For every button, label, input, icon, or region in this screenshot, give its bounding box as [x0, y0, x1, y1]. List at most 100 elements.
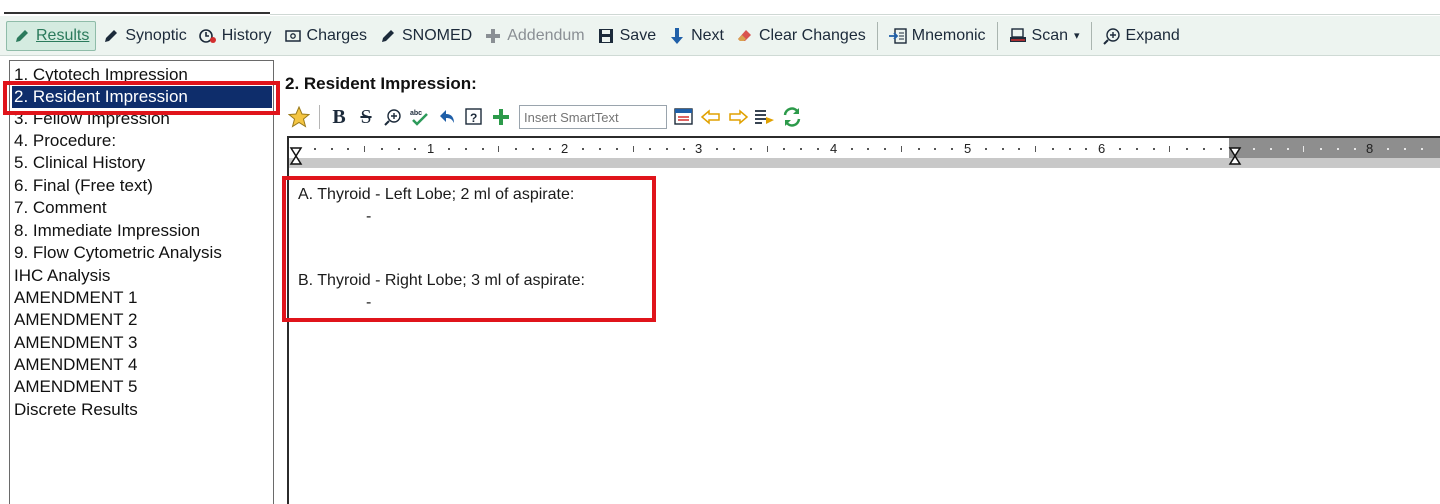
list-item[interactable]: 7. Comment — [14, 197, 107, 219]
snomed-button[interactable]: SNOMED — [373, 21, 478, 51]
mnemonic-button[interactable]: Mnemonic — [883, 21, 992, 51]
expand-button[interactable]: Expand — [1097, 21, 1186, 51]
ruler-mark — [817, 148, 819, 150]
list-item[interactable]: AMENDMENT 1 — [14, 287, 137, 309]
highlight-box — [282, 176, 656, 322]
ruler-mark — [1421, 148, 1423, 150]
ruler-mark — [1169, 146, 1170, 152]
ruler-mark — [1153, 148, 1155, 150]
tab-divider — [270, 14, 1440, 15]
ruler-mark — [951, 148, 953, 150]
history-icon — [198, 27, 217, 45]
smarttext-input[interactable] — [519, 105, 667, 129]
spellcheck-icon[interactable]: abc — [407, 104, 433, 130]
ruler-mark — [1270, 148, 1272, 150]
pencil-icon — [379, 27, 397, 45]
pencil-icon — [102, 27, 120, 45]
ruler-mark — [414, 148, 416, 150]
ruler-mark — [515, 148, 517, 150]
ruler-number: 4 — [830, 141, 838, 156]
ruler-mark — [1069, 148, 1071, 150]
strikethrough-button[interactable]: S — [353, 104, 379, 130]
ruler-mark — [783, 148, 785, 150]
ruler-mark — [1002, 148, 1004, 150]
ruler-mark — [934, 148, 936, 150]
insert-list-icon[interactable] — [752, 104, 778, 130]
add-icon[interactable] — [488, 104, 514, 130]
refresh-icon[interactable] — [779, 104, 805, 130]
list-item[interactable]: 5. Clinical History — [14, 152, 145, 174]
addendum-button[interactable]: Addendum — [478, 21, 590, 51]
main-toolbar: Results Synoptic History Charges SNOMED … — [0, 16, 1440, 56]
ruler-mark — [532, 148, 534, 150]
ruler-mark — [1220, 148, 1222, 150]
ruler-mark — [616, 148, 618, 150]
bold-button[interactable]: B — [326, 104, 352, 130]
right-indent-marker[interactable] — [1228, 138, 1242, 168]
help-icon[interactable]: ? — [461, 104, 487, 130]
previous-arrow-icon[interactable] — [698, 104, 724, 130]
svg-text:abc: abc — [410, 110, 422, 117]
svg-text:?: ? — [470, 111, 477, 125]
undo-icon[interactable] — [434, 104, 460, 130]
ruler-mark — [683, 148, 685, 150]
pencil-icon — [13, 27, 31, 45]
toolbar-separator — [996, 21, 998, 50]
section-list: 1. Cytotech Impression 2. Resident Impre… — [9, 60, 274, 504]
ruler-mark — [398, 148, 400, 150]
list-item[interactable]: 6. Final (Free text) — [14, 175, 153, 197]
ruler-track — [289, 158, 1440, 167]
ruler-mark — [582, 148, 584, 150]
ruler-mark — [448, 148, 450, 150]
ruler-mark — [985, 148, 987, 150]
smarttext-list-icon[interactable] — [671, 104, 697, 130]
list-item[interactable]: AMENDMENT 3 — [14, 332, 137, 354]
ruler-mark — [1085, 148, 1087, 150]
list-item[interactable]: 9. Flow Cytometric Analysis — [14, 242, 222, 264]
charges-icon — [284, 27, 302, 45]
ruler-mark — [716, 148, 718, 150]
results-button[interactable]: Results — [6, 20, 97, 51]
highlight-box — [3, 81, 280, 115]
list-item[interactable]: AMENDMENT 4 — [14, 354, 137, 376]
ruler-mark — [733, 148, 735, 150]
scan-button[interactable]: Scan ▾ — [1003, 21, 1086, 51]
ruler-mark — [1253, 148, 1255, 150]
zoom-in-icon[interactable] — [380, 104, 406, 130]
next-arrow-icon[interactable] — [725, 104, 751, 130]
ruler-mark — [314, 148, 316, 150]
chevron-down-icon[interactable]: ▾ — [1074, 29, 1080, 42]
list-item[interactable]: Discrete Results — [14, 399, 138, 421]
ruler-mark — [649, 148, 651, 150]
favorite-star-icon[interactable] — [286, 104, 312, 130]
list-item[interactable]: 4. Procedure: — [14, 130, 116, 152]
toolbar-separator — [876, 21, 878, 50]
ruler-mark — [918, 148, 920, 150]
tab-underline — [4, 12, 270, 14]
left-indent-marker[interactable] — [289, 138, 303, 168]
ruler-mark — [1186, 148, 1188, 150]
list-item[interactable]: AMENDMENT 5 — [14, 376, 137, 398]
ruler-mark — [884, 148, 886, 150]
ruler-number: 2 — [561, 141, 569, 156]
ruler-mark — [1052, 148, 1054, 150]
list-item[interactable]: IHC Analysis — [14, 265, 110, 287]
list-item[interactable]: 8. Immediate Impression — [14, 220, 200, 242]
ruler-mark — [1119, 148, 1121, 150]
ruler-mark — [750, 148, 752, 150]
ruler-mark — [331, 148, 333, 150]
ruler: 1 2 3 4 5 6 7 8 — [289, 138, 1440, 168]
clear-changes-button[interactable]: Clear Changes — [730, 21, 872, 51]
ruler-number: 6 — [1098, 141, 1106, 156]
scan-icon — [1009, 27, 1027, 45]
ruler-mark — [633, 146, 634, 152]
ruler-mark — [767, 146, 768, 152]
ruler-mark — [347, 148, 349, 150]
ruler-number: 8 — [1366, 141, 1374, 156]
synoptic-button[interactable]: Synoptic — [96, 21, 192, 51]
next-button[interactable]: Next — [662, 21, 730, 51]
history-button[interactable]: History — [193, 21, 278, 51]
charges-button[interactable]: Charges — [278, 21, 373, 51]
list-item[interactable]: AMENDMENT 2 — [14, 309, 137, 331]
save-button[interactable]: Save — [591, 21, 662, 51]
